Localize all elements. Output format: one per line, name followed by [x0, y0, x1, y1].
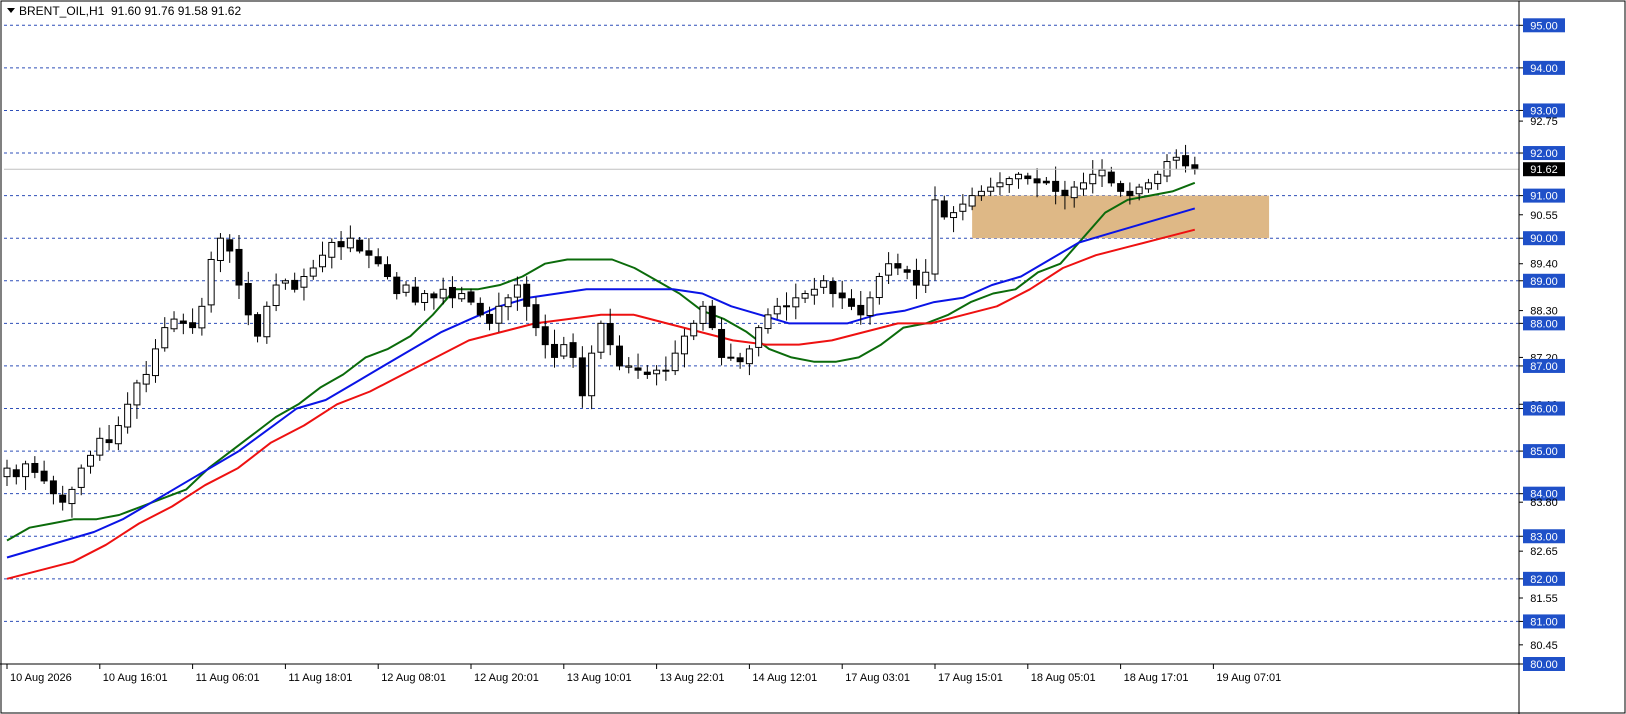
x-tick-label: 13 Aug 22:01	[660, 672, 725, 684]
chart-header: BRENT_OIL,H1 91.60 91.76 91.58 91.62	[7, 4, 241, 18]
x-tick-label: 12 Aug 20:01	[474, 672, 539, 684]
y-tick-label: 88.00	[1530, 318, 1558, 330]
x-tick-label: 17 Aug 15:01	[938, 672, 1003, 684]
candle	[207, 251, 215, 313]
x-tick-label: 17 Aug 03:01	[845, 672, 910, 684]
x-tick-label: 10 Aug 2026	[10, 672, 72, 684]
chart-background	[0, 0, 1626, 714]
x-tick-label: 10 Aug 16:01	[103, 672, 168, 684]
chart-window: 95.00 94.00 93.00 92.75 92.00 91.00 90.55 90.00…	[0, 0, 1626, 714]
y-tick-label: 95.00	[1530, 20, 1558, 32]
y-tick-label: 80.00	[1530, 659, 1558, 671]
y-tick-label: 81.55	[1530, 593, 1558, 605]
y-tick-label: 80.45	[1530, 640, 1558, 652]
x-tick-label: 18 Aug 17:01	[1124, 672, 1189, 684]
x-tick-label: 12 Aug 08:01	[381, 672, 446, 684]
support-zone-layer	[972, 195, 1270, 239]
y-tick-label: 83.80	[1530, 497, 1558, 509]
y-tick-label: 89.40	[1530, 259, 1558, 271]
support-zone	[972, 195, 1270, 239]
y-tick-label: 92.00	[1530, 148, 1558, 160]
y-tick-label: 86.00	[1530, 404, 1558, 416]
x-tick-label: 13 Aug 10:01	[567, 672, 632, 684]
y-tick-label: 87.00	[1530, 361, 1558, 373]
x-tick-label: 11 Aug 18:01	[288, 672, 352, 684]
y-tick-label: 91.00	[1530, 191, 1558, 203]
y-tick-label: 92.75	[1530, 116, 1558, 128]
current-price-label: 91.62	[1530, 164, 1558, 176]
candle	[931, 186, 939, 281]
price-chart[interactable]: 95.0094.0093.0092.7592.0091.0090.5590.00…	[0, 0, 1626, 714]
y-tick-label: 82.00	[1530, 574, 1558, 586]
symbol-label: BRENT_OIL,H1	[19, 4, 105, 18]
y-tick-label: 83.00	[1530, 531, 1558, 543]
y-tick-label: 88.30	[1530, 306, 1558, 318]
x-tick-label: 18 Aug 05:01	[1031, 672, 1096, 684]
y-tick-label: 94.00	[1530, 63, 1558, 75]
x-tick-label: 19 Aug 07:01	[1216, 672, 1281, 684]
x-tick-label: 11 Aug 06:01	[196, 672, 260, 684]
ohlc-values: 91.60 91.76 91.58 91.62	[111, 4, 241, 18]
x-tick-label: 14 Aug 12:01	[752, 672, 817, 684]
y-tick-label: 89.00	[1530, 276, 1558, 288]
y-tick-label: 85.00	[1530, 446, 1558, 458]
y-tick-label: 90.00	[1530, 233, 1558, 245]
y-tick-label: 82.65	[1530, 546, 1558, 558]
y-tick-label: 90.55	[1530, 210, 1558, 222]
y-tick-label: 81.00	[1530, 616, 1558, 628]
